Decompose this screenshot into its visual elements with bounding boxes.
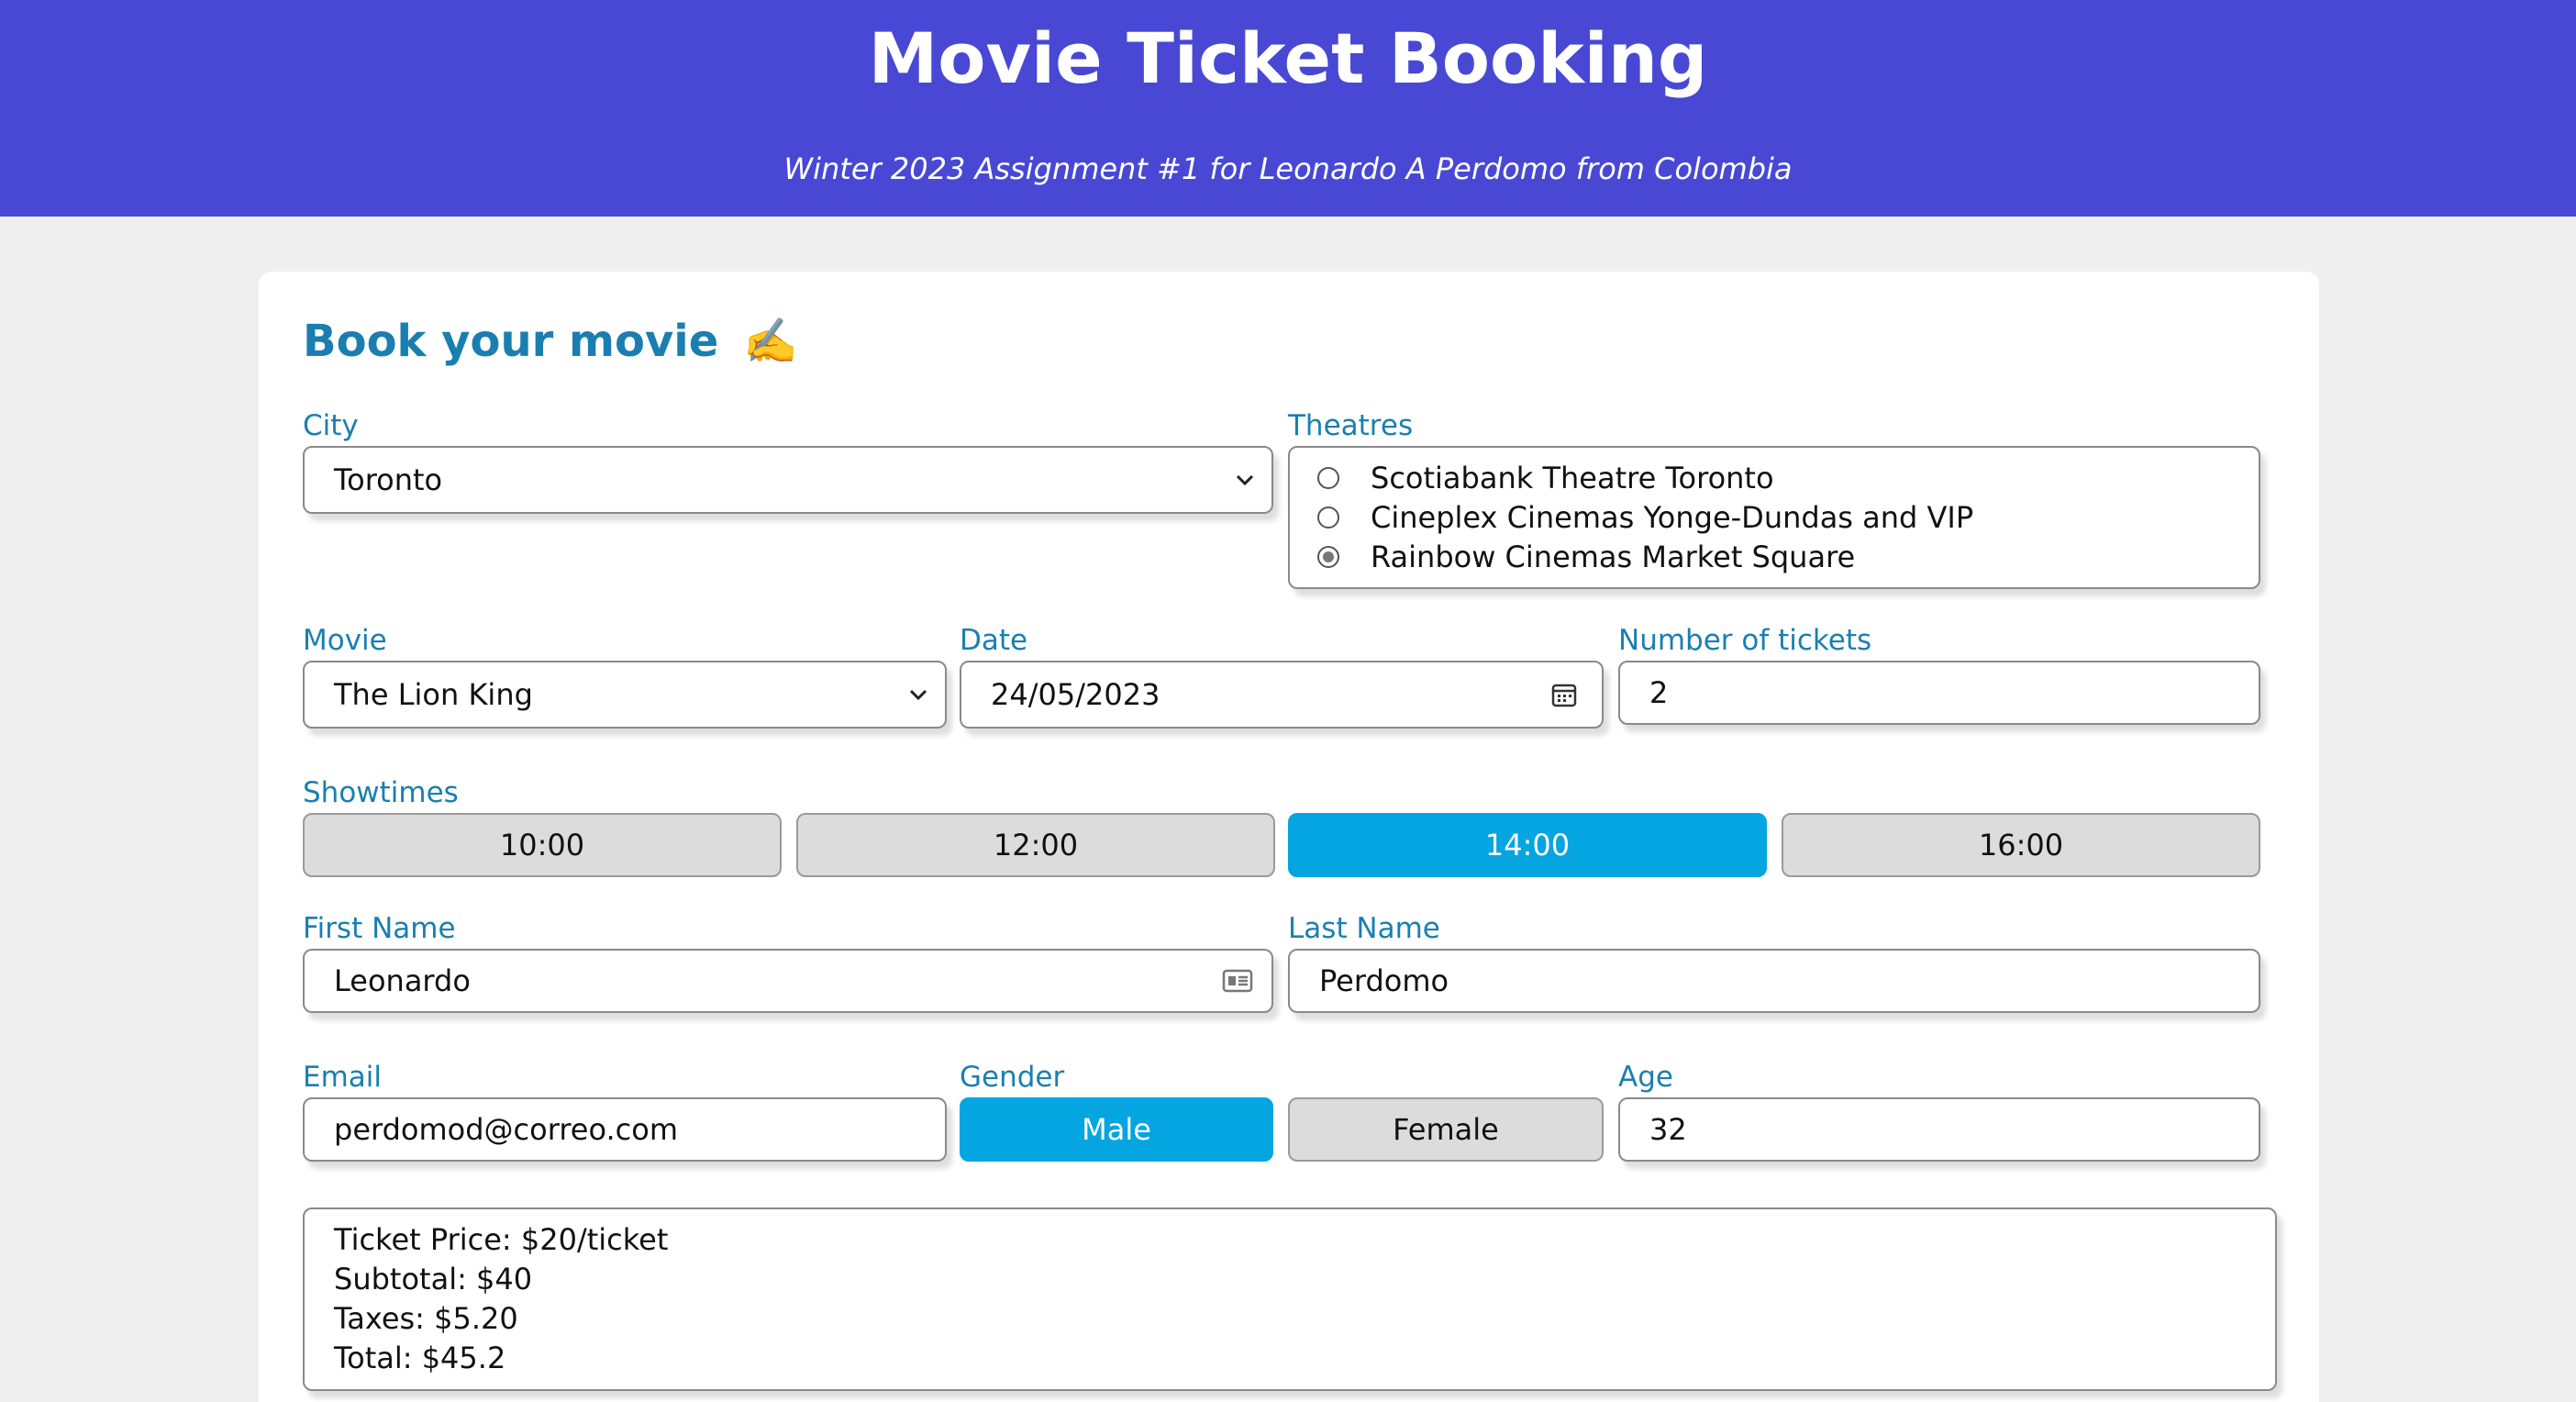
showtime-button-1200[interactable]: 12:00 xyxy=(796,813,1275,877)
subtotal-text: Subtotal: $40 xyxy=(334,1262,533,1296)
theatre-option-label: Rainbow Cinemas Market Square xyxy=(1371,540,1856,574)
gender-button-female[interactable]: Female xyxy=(1288,1097,1604,1162)
age-input-value: 32 xyxy=(1649,1112,1687,1147)
page-title: Movie Ticket Booking xyxy=(868,17,1708,99)
chevron-down-icon xyxy=(1231,466,1259,494)
writing-hand-icon: ✍️ xyxy=(743,316,798,367)
date-label: Date xyxy=(960,624,1028,657)
date-input-value: 24/05/2023 xyxy=(991,677,1160,712)
last-name-label: Last Name xyxy=(1288,912,1440,945)
booking-form-card: Book your movie ✍️ City Toronto Theatres… xyxy=(259,272,2319,1402)
calendar-icon[interactable] xyxy=(1550,681,1578,708)
last-name-input-value: Perdomo xyxy=(1319,963,1449,998)
movie-select-value: The Lion King xyxy=(334,677,533,712)
showtime-button-1000[interactable]: 10:00 xyxy=(303,813,782,877)
first-name-input-value: Leonardo xyxy=(334,963,471,998)
radio-button[interactable] xyxy=(1317,506,1339,529)
first-name-input[interactable]: Leonardo xyxy=(303,949,1273,1013)
city-select-value: Toronto xyxy=(334,462,443,497)
age-label: Age xyxy=(1618,1061,1673,1094)
gender-button-male[interactable]: Male xyxy=(960,1097,1273,1162)
taxes-text: Taxes: $5.20 xyxy=(334,1301,518,1336)
form-heading-text: Book your movie xyxy=(303,316,719,367)
theatres-radio-group: Scotiabank Theatre Toronto Cineplex Cine… xyxy=(1288,446,2260,589)
theatre-option-label: Scotiabank Theatre Toronto xyxy=(1371,461,1774,495)
total-text: Total: $45.2 xyxy=(334,1341,506,1375)
theatre-option-label: Cineplex Cinemas Yonge-Dundas and VIP xyxy=(1371,500,1974,535)
ticket-price-text: Ticket Price: $20/ticket xyxy=(334,1222,669,1257)
page-header: Movie Ticket Booking Winter 2023 Assignm… xyxy=(0,0,2576,217)
showtimes-label: Showtimes xyxy=(303,776,459,809)
movie-label: Movie xyxy=(303,624,387,657)
tickets-input-value: 2 xyxy=(1649,675,1669,710)
first-name-label: First Name xyxy=(303,912,456,945)
tickets-input[interactable]: 2 xyxy=(1618,661,2260,725)
contact-card-icon[interactable] xyxy=(1222,968,1253,994)
email-input-value: perdomod@correo.com xyxy=(334,1112,678,1147)
tickets-label: Number of tickets xyxy=(1618,624,1872,657)
form-heading: Book your movie ✍️ xyxy=(303,312,798,371)
price-summary-box: Ticket Price: $20/ticket Subtotal: $40 T… xyxy=(303,1207,2277,1391)
last-name-input[interactable]: Perdomo xyxy=(1288,949,2260,1013)
gender-label: Gender xyxy=(960,1061,1065,1094)
date-input[interactable]: 24/05/2023 xyxy=(960,661,1604,729)
movie-select[interactable]: The Lion King xyxy=(303,661,947,729)
email-label: Email xyxy=(303,1061,383,1094)
email-input[interactable]: perdomod@correo.com xyxy=(303,1097,947,1162)
theatre-option-cineplex[interactable]: Cineplex Cinemas Yonge-Dundas and VIP xyxy=(1317,498,1973,537)
showtime-button-1400[interactable]: 14:00 xyxy=(1288,813,1767,877)
theatres-label: Theatres xyxy=(1288,409,1414,442)
city-label: City xyxy=(303,409,359,442)
age-input[interactable]: 32 xyxy=(1618,1097,2260,1162)
theatre-option-scotiabank[interactable]: Scotiabank Theatre Toronto xyxy=(1317,459,1774,497)
city-select[interactable]: Toronto xyxy=(303,446,1273,514)
radio-button[interactable] xyxy=(1317,467,1339,489)
theatre-option-rainbow[interactable]: Rainbow Cinemas Market Square xyxy=(1317,538,1855,576)
showtime-button-1600[interactable]: 16:00 xyxy=(1782,813,2260,877)
page-subtitle: Winter 2023 Assignment #1 for Leonardo A… xyxy=(783,151,1793,186)
radio-button-checked[interactable] xyxy=(1317,546,1339,568)
chevron-down-icon xyxy=(905,681,932,708)
